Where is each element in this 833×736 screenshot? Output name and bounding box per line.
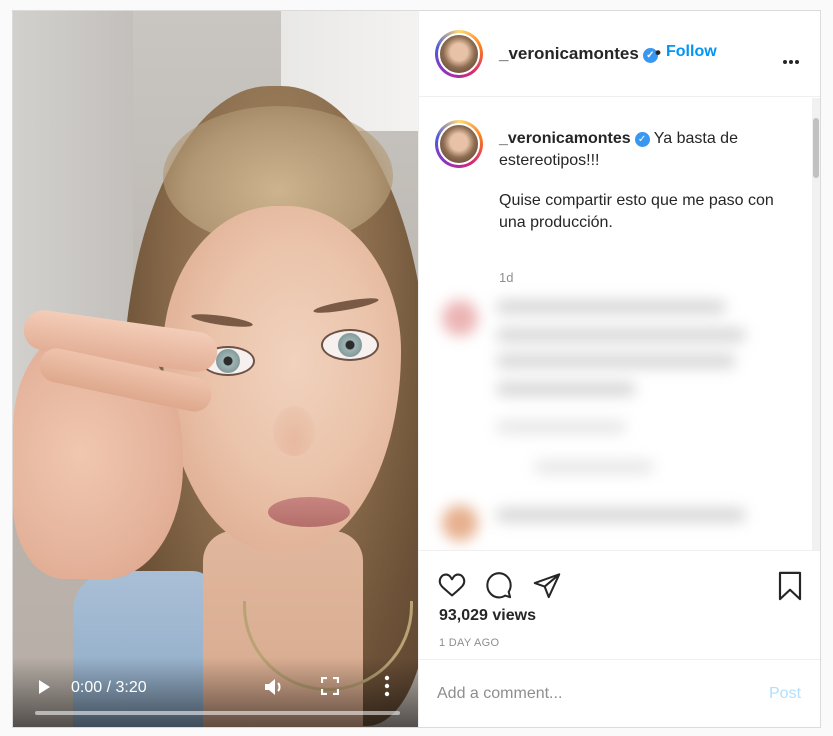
post-button[interactable]: Post <box>769 685 801 703</box>
caption-line-2: Quise compartir esto que me paso con una… <box>499 192 774 231</box>
post-actions: 93,029 views 1 DAY AGO <box>419 550 820 655</box>
separator-dot: • <box>655 43 661 62</box>
video-player[interactable]: 0:00 / 3:20 <box>13 11 418 727</box>
play-icon[interactable] <box>37 677 53 697</box>
comments-section: _veronicamontes ✓ Ya basta de estereotipo… <box>419 98 820 550</box>
avatar[interactable] <box>435 120 483 168</box>
header-username[interactable]: _veronicamontes ✓ <box>499 44 658 64</box>
share-icon[interactable] <box>533 572 561 600</box>
blurred-comments <box>424 290 814 548</box>
caption-username[interactable]: _veronicamontes <box>499 130 631 147</box>
post-header: _veronicamontes ✓ • Follow <box>419 11 820 97</box>
add-comment-bar: Post <box>419 659 820 727</box>
comment-icon[interactable] <box>485 572 513 600</box>
comment-input[interactable] <box>437 682 737 706</box>
avatar[interactable] <box>435 30 483 78</box>
more-options-icon[interactable] <box>783 51 803 64</box>
video-more-icon[interactable] <box>383 675 391 697</box>
views-count[interactable]: 93,029 views <box>439 607 536 625</box>
follow-button[interactable]: Follow <box>666 43 717 61</box>
volume-icon[interactable] <box>263 677 285 697</box>
video-progress-bar[interactable] <box>35 711 400 715</box>
post-container: 0:00 / 3:20 _veronicamontes ✓ • Follow _… <box>12 10 821 728</box>
comments-scrollbar[interactable] <box>812 98 820 550</box>
caption-timestamp[interactable]: 1d <box>499 270 513 285</box>
heart-icon[interactable] <box>437 571 467 599</box>
bookmark-icon[interactable] <box>777 571 803 601</box>
video-controls: 0:00 / 3:20 <box>13 657 418 727</box>
verified-icon: ✓ <box>634 132 650 147</box>
post-side-panel: _veronicamontes ✓ • Follow _veronicamonte… <box>418 11 820 727</box>
video-time: 0:00 / 3:20 <box>71 679 147 696</box>
fullscreen-icon[interactable] <box>320 676 340 696</box>
post-age[interactable]: 1 DAY AGO <box>439 637 499 649</box>
